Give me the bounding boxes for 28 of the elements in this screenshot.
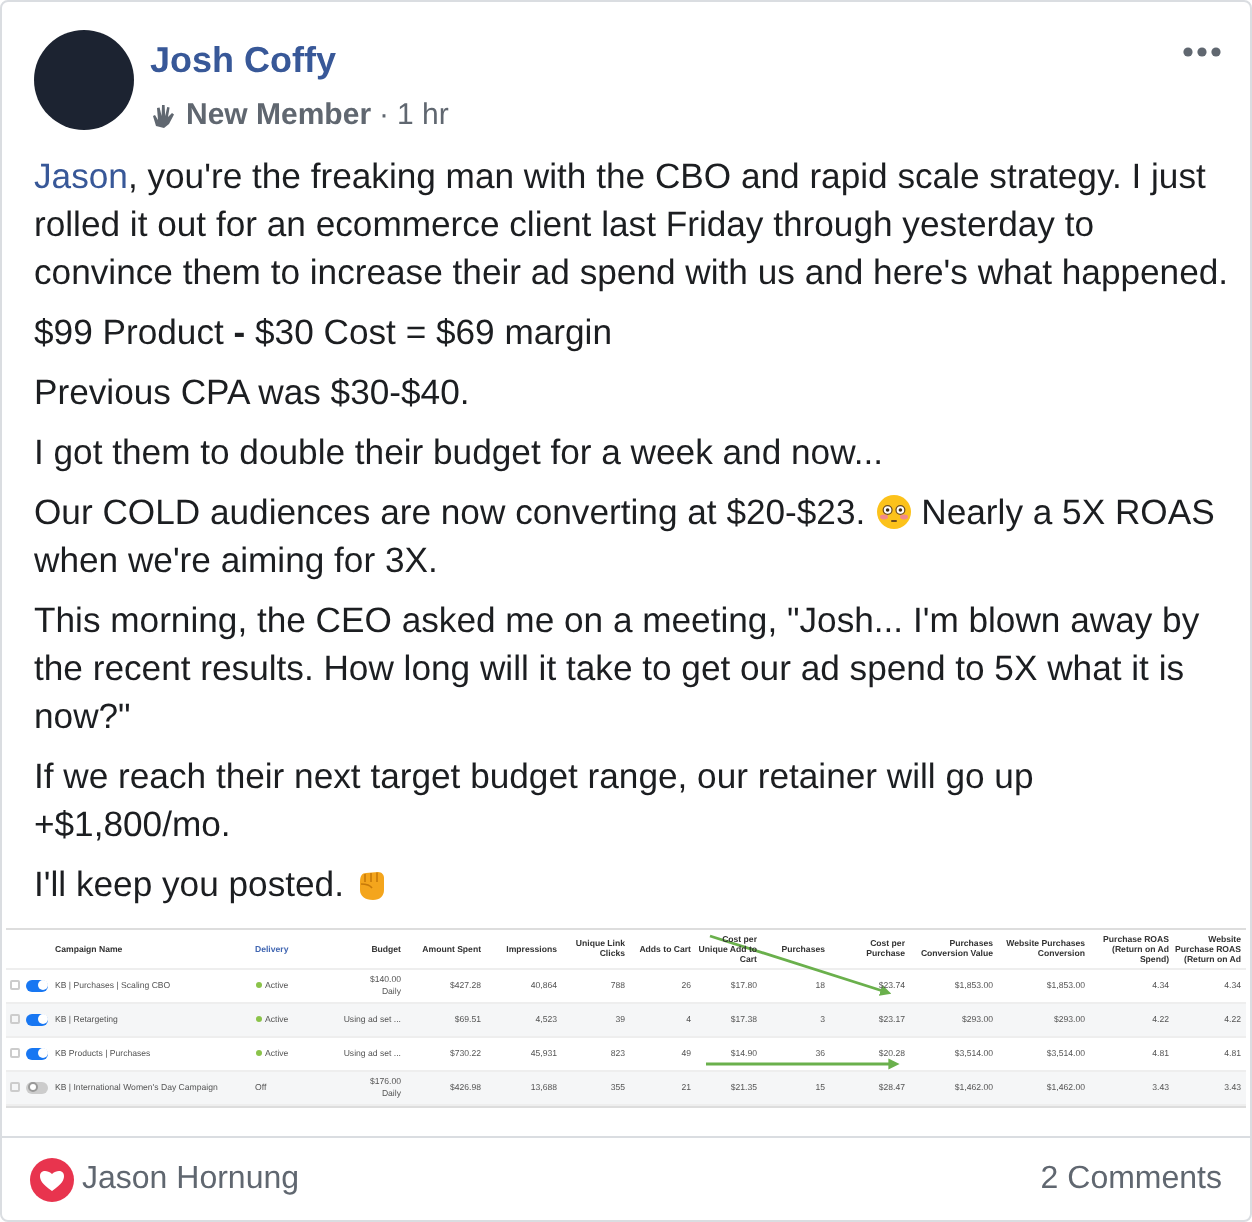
- hand-icon: [150, 102, 178, 131]
- love-reaction-icon[interactable]: [30, 1157, 74, 1201]
- post-text: If we reach their next target budget range, our retainer will go up +$1,800/mo.: [34, 753, 1036, 847]
- flushed-face-icon: [875, 493, 912, 529]
- post-text: Our COLD audiences are now converting at $20-$23. Nearly a 5X ROAS when we're aiming for 3X.: [34, 489, 1217, 583]
- row-checkbox[interactable]: [10, 1048, 20, 1058]
- mention-link[interactable]: Jason: [34, 155, 128, 195]
- post-text: Previous CPA was $30-$40.: [34, 369, 472, 415]
- post-text: This morning, the CEO asked me on a meeting, "Josh... I'm blown away by the recent results. How long will it take to get our ad spend to 5X what it is now?": [34, 597, 1202, 739]
- author-name[interactable]: Josh Coffy: [150, 40, 337, 80]
- member-label: New Member: [186, 96, 372, 136]
- post-text: $99 Product - $30 Cost = $69 margin: [34, 309, 615, 355]
- post-text: I'll keep you posted.: [34, 859, 1234, 907]
- toggle-switch[interactable]: [26, 1013, 48, 1025]
- row-checkbox[interactable]: [10, 1082, 20, 1092]
- reactor-name[interactable]: Jason Hornung: [82, 1155, 300, 1203]
- comments-count[interactable]: 2 Comments: [1040, 1155, 1222, 1203]
- toggle-switch[interactable]: [26, 979, 48, 991]
- post-text: Jason, you're the freaking man with the CBO and rapid scale strategy. I just rolled it out for an ecommerce client last Friday through yesterday to convince them to increase their ad spend with us and here's what happened.: [34, 153, 1231, 295]
- avatar: [34, 30, 134, 130]
- post-text: I got them to double their budget for a week and now...: [34, 429, 885, 475]
- row-checkbox[interactable]: [10, 1014, 20, 1024]
- more-options-icon[interactable]: [1182, 46, 1222, 58]
- separator: ·: [379, 96, 390, 136]
- toggle-switch[interactable]: [26, 1047, 48, 1059]
- toggle-switch[interactable]: [26, 1081, 48, 1093]
- post-time[interactable]: 1 hr: [397, 94, 449, 139]
- row-checkbox[interactable]: [10, 980, 20, 990]
